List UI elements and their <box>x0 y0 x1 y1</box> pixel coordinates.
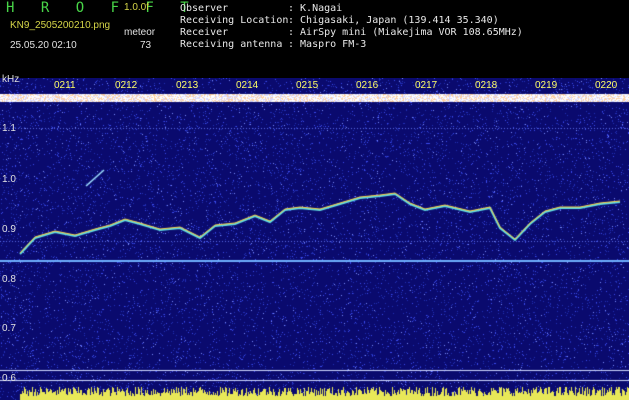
spectrogram <box>0 78 629 400</box>
info-key-antenna: Receiving antenna <box>180 39 283 50</box>
info-value-observer: : K.Nagai <box>288 3 343 14</box>
y-axis-unit: kHz <box>2 74 20 85</box>
time-tick-label: 0213 <box>176 80 199 91</box>
info-key-location: Receiving Location <box>180 15 289 26</box>
time-tick-label: 0212 <box>115 80 138 91</box>
time-tick-label: 0215 <box>296 80 319 91</box>
y-tick-label: 0.7 <box>2 323 16 334</box>
meteor-label: meteor <box>124 27 156 38</box>
y-tick-label: 0.6 <box>2 373 16 384</box>
time-tick-label: 0214 <box>236 80 259 91</box>
meteor-count: 73 <box>140 40 152 51</box>
time-tick-label: 0211 <box>54 80 76 91</box>
time-tick-label: 0219 <box>535 80 558 91</box>
info-value-receiver: : AirSpy mini (Miakejima VOR 108.65MHz) <box>288 27 523 38</box>
time-tick-label: 0217 <box>415 80 438 91</box>
y-tick-label: 1.1 <box>2 123 16 134</box>
info-key-observer: Observer <box>180 3 229 14</box>
app-version: 1.0.0f <box>124 2 150 13</box>
info-key-receiver: Receiver <box>180 27 229 38</box>
time-tick-label: 0216 <box>356 80 379 91</box>
info-value-location: : Chigasaki, Japan (139.414 35.340) <box>288 15 499 26</box>
app-title: H R O F F T <box>6 0 198 16</box>
time-tick-label: 0220 <box>595 80 618 91</box>
y-tick-label: 1.0 <box>2 174 16 185</box>
date-time: 25.05.20 02:10 <box>10 40 77 51</box>
y-tick-label: 0.8 <box>2 274 16 285</box>
file-name: KN9_2505200210.png <box>10 20 111 31</box>
time-tick-label: 0218 <box>475 80 498 91</box>
y-tick-label: 0.9 <box>2 224 16 235</box>
info-value-antenna: : Maspro FM-3 <box>288 39 367 50</box>
